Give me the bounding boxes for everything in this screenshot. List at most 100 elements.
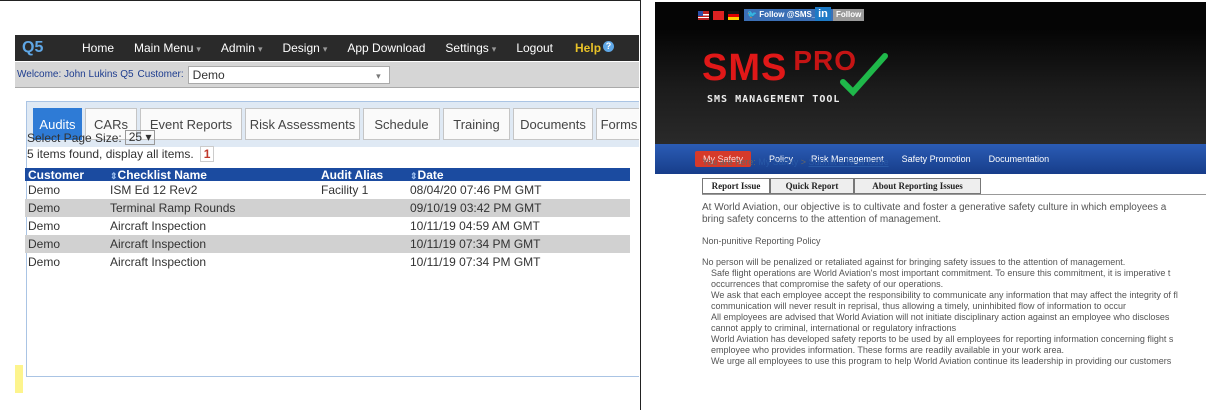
highlight-mark — [15, 365, 23, 393]
nav-settings-label: Settings — [445, 41, 489, 55]
q5-app-panel: Q5 Home Main Menu ▾ Admin ▾ Design ▾ App Do… — [15, 28, 639, 410]
chevron-down-icon: ▾ — [196, 44, 201, 54]
page-size-value: 25 — [128, 130, 143, 144]
cell-alias: Facility 1 — [321, 183, 369, 197]
chevron-down-icon: ▾ — [257, 44, 263, 54]
tab-documents[interactable]: Documents — [513, 108, 593, 140]
table-row[interactable]: Demo Aircraft Inspection 10/11/19 07:34 … — [25, 235, 630, 253]
cell-checklist: Aircraft Inspection — [110, 237, 207, 251]
sms-pro-panel: 🐦 Follow @SMS_Pro in Follow SMS PRO SMS M… — [655, 2, 1206, 410]
column-header-date[interactable]: ⇕Date — [407, 168, 630, 182]
nav-help[interactable]: Help? — [575, 41, 615, 55]
column-header-customer[interactable]: Customer — [25, 168, 107, 182]
help-icon: ? — [603, 41, 615, 52]
sort-icon: ⇕ — [110, 170, 118, 181]
policy-title: Non-punitive Reporting Policy — [702, 236, 821, 246]
q5-logo[interactable]: Q5 — [22, 39, 62, 57]
breadcrumb-prefix: You are here: — [702, 157, 756, 167]
nav-admin-label: Admin — [220, 41, 255, 55]
nav-logout[interactable]: Logout — [516, 41, 553, 55]
column-header-label: Checklist Name — [117, 167, 207, 182]
tab-underline — [702, 194, 1206, 195]
nav-settings[interactable]: Settings ▾ — [445, 41, 496, 55]
germany-flag-icon[interactable] — [728, 11, 739, 20]
policy-line: cannot apply to criminal, international … — [711, 323, 957, 333]
china-flag-icon[interactable] — [713, 11, 724, 20]
nav-documentation[interactable]: Documentation — [989, 154, 1050, 164]
table-row[interactable]: Demo ISM Ed 12 Rev2 Facility 1 08/04/20 … — [25, 181, 630, 199]
tab-forms[interactable]: Forms — [596, 108, 639, 140]
breadcrumb-submit-issue[interactable]: Submit a New Issue — [809, 157, 889, 167]
tab-quick-report[interactable]: Quick Report — [770, 178, 854, 194]
linkedin-icon[interactable]: in — [815, 7, 831, 21]
report-tabs: Report Issue Quick Report About Reportin… — [702, 178, 981, 194]
checkmark-logo-icon — [840, 53, 888, 97]
nav-design-label: Design — [282, 41, 320, 55]
page-number-button[interactable]: 1 — [199, 146, 215, 162]
customer-label: Customer: — [137, 69, 184, 80]
cell-date: 10/11/19 07:34 PM GMT — [410, 255, 541, 269]
policy-line: We ask that each employee accept the res… — [711, 290, 1178, 300]
cell-date: 09/10/19 03:42 PM GMT — [410, 201, 542, 215]
cell-date: 10/11/19 07:34 PM GMT — [410, 237, 541, 251]
chevron-down-icon: ▾ — [491, 44, 497, 54]
intro-line-1: At World Aviation, our objective is to c… — [702, 202, 1167, 213]
nav-design[interactable]: Design ▾ — [282, 41, 327, 55]
customer-select-value: Demo — [192, 67, 225, 82]
cell-customer: Demo — [28, 201, 61, 215]
policy-line: We urge all employees to use this progra… — [711, 356, 1172, 366]
nav-main-menu[interactable]: Main Menu ▾ — [134, 41, 201, 55]
table-header: Customer ⇕Checklist Name Audit Alias ⇕Da… — [25, 168, 630, 182]
tab-schedule[interactable]: Schedule — [363, 108, 440, 140]
nav-admin[interactable]: Admin ▾ — [221, 41, 263, 55]
page-size-control: Select Page Size: 25 ▾ — [27, 130, 156, 145]
table-row[interactable]: Demo Aircraft Inspection 10/11/19 04:59 … — [25, 217, 630, 235]
table-row[interactable]: Demo Terminal Ramp Rounds 09/10/19 03:42… — [25, 199, 630, 217]
results-count-text: 5 items found, display all items. — [27, 147, 194, 161]
sort-icon: ⇕ — [410, 170, 418, 181]
tab-about-reporting[interactable]: About Reporting Issues — [854, 178, 981, 194]
tab-risk-assessments[interactable]: Risk Assessments — [245, 108, 360, 140]
welcome-bar: Welcome: John Lukins Q5 Customer: Demo ▾ — [15, 62, 639, 88]
cell-customer: Demo — [28, 219, 61, 233]
column-header-label: Date — [417, 167, 444, 182]
page-size-select[interactable]: 25 ▾ — [124, 130, 156, 145]
policy-line: World Aviation has developed safety repo… — [711, 334, 1174, 344]
linkedin-follow-button[interactable]: Follow — [833, 9, 865, 21]
chevron-down-icon: ▾ — [322, 44, 328, 54]
table-row[interactable]: Demo Aircraft Inspection 10/11/19 07:34 … — [25, 253, 630, 271]
twitter-bird-icon: 🐦 — [747, 10, 757, 19]
sms-pro-logo[interactable]: SMS PRO — [702, 45, 857, 90]
nav-home[interactable]: Home — [82, 41, 114, 55]
cell-date: 08/04/20 07:46 PM GMT — [410, 183, 542, 197]
cell-checklist: Terminal Ramp Rounds — [110, 201, 236, 215]
policy-lead: No person will be penalized or retaliate… — [702, 257, 1126, 267]
policy-line: occurrences that compromise the safety o… — [711, 279, 944, 289]
tab-report-issue[interactable]: Report Issue — [702, 178, 770, 194]
policy-line: All employees are advised that World Avi… — [711, 312, 1170, 322]
nav-safety-promotion[interactable]: Safety Promotion — [902, 154, 971, 164]
cell-checklist: ISM Ed 12 Rev2 — [110, 183, 198, 197]
tab-training[interactable]: Training — [443, 108, 510, 140]
us-flag-icon[interactable] — [698, 11, 709, 20]
cell-customer: Demo — [28, 183, 61, 197]
policy-line: Safe flight operations are World Aviatio… — [711, 268, 1171, 278]
cell-customer: Demo — [28, 237, 61, 251]
cell-checklist: Aircraft Inspection — [110, 255, 207, 269]
logo-subtitle: SMS MANAGEMENT TOOL — [707, 94, 841, 105]
nav-app-download[interactable]: App Download — [347, 41, 425, 55]
report-content: At World Aviation, our objective is to c… — [702, 202, 1206, 367]
results-summary: 5 items found, display all items. 1 — [27, 146, 215, 162]
column-header-label: Audit Alias — [321, 167, 384, 182]
chevron-down-icon: ▾ — [145, 130, 152, 144]
top-navigation-bar: Q5 Home Main Menu ▾ Admin ▾ Design ▾ App Do… — [15, 35, 639, 61]
chevron-down-icon: ▾ — [376, 70, 381, 81]
social-bar: 🐦 Follow @SMS_Pro in Follow — [655, 2, 1206, 30]
logo-sms: SMS — [702, 47, 788, 89]
customer-select[interactable]: Demo ▾ — [187, 65, 390, 84]
column-header-alias[interactable]: Audit Alias — [318, 168, 407, 182]
breadcrumb-my-safety[interactable]: My Safety — [758, 157, 798, 167]
column-header-checklist[interactable]: ⇕Checklist Name — [107, 168, 318, 182]
nav-main-menu-label: Main Menu — [134, 41, 194, 55]
breadcrumb: You are here: My Safety > Submit a New I… — [702, 157, 889, 167]
